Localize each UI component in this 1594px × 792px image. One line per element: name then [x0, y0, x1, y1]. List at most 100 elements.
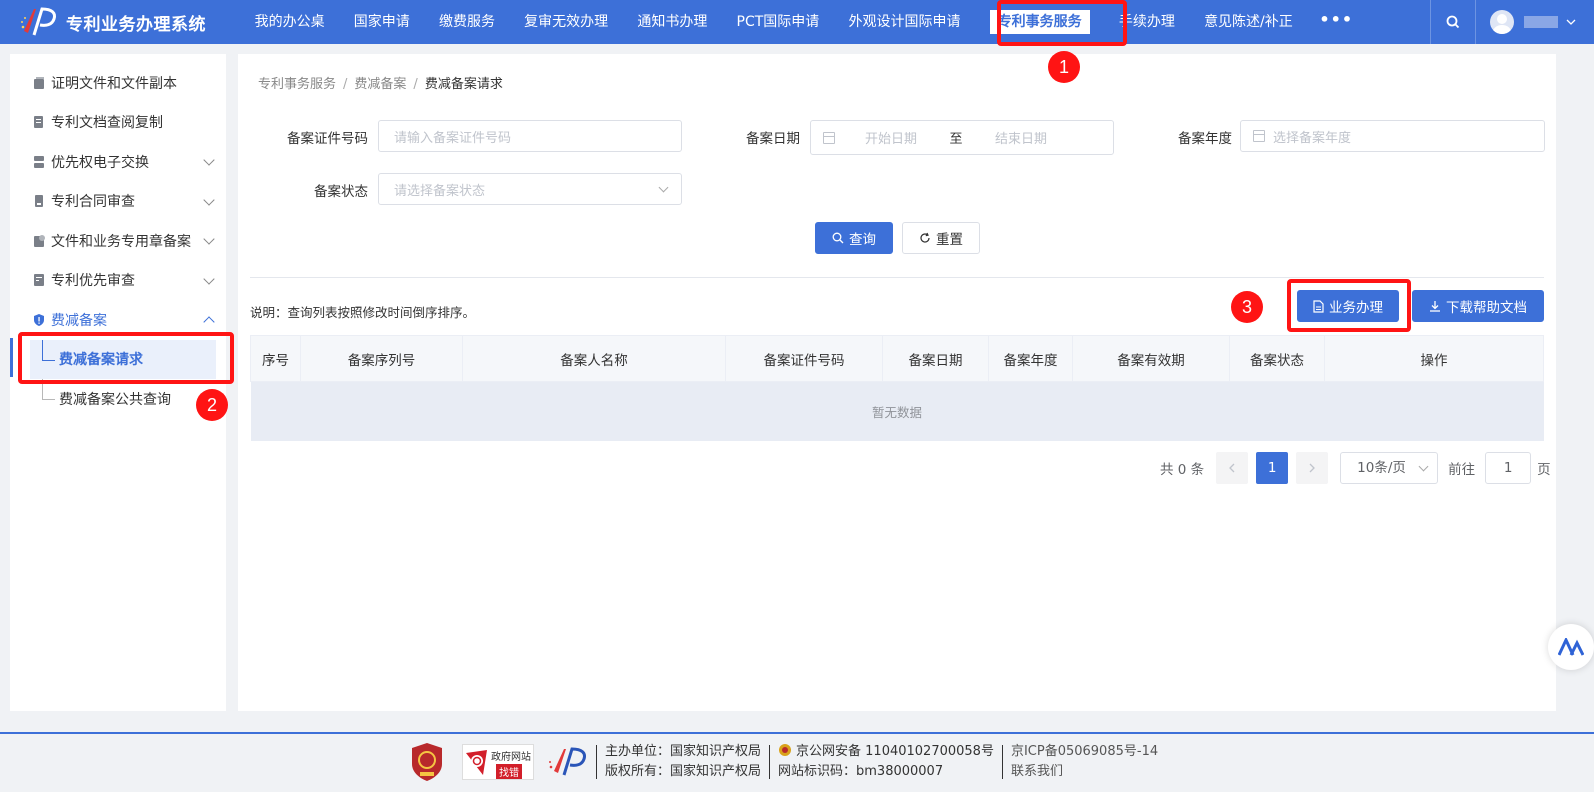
refresh-icon — [920, 232, 930, 243]
divider — [769, 745, 771, 779]
divider — [1001, 745, 1003, 779]
app-title: 专利业务办理系统 — [66, 14, 206, 35]
status-label: 备案状态 — [314, 184, 368, 200]
sidebar-item-fee-reduction[interactable]: 费减备案 — [10, 300, 226, 340]
step-badge-2: 2 — [196, 389, 228, 421]
sidebar-item-seal-filing[interactable]: 文件和业务专用章备案 — [10, 221, 226, 261]
download-help-button[interactable]: 下载帮助文档 — [1412, 290, 1544, 322]
table-row: 暂无数据 — [250, 381, 1544, 441]
column-header: 序号 — [250, 335, 301, 382]
page-number[interactable]: 1 — [1256, 452, 1289, 484]
process-business-button[interactable]: 业务办理 — [1297, 290, 1399, 322]
breadcrumb-item[interactable]: 专利事务服务 — [258, 77, 336, 92]
date-range-picker[interactable]: 开始日期 至 结束日期 — [810, 120, 1114, 155]
goto-page-input[interactable]: 1 — [1485, 452, 1532, 484]
next-page-button[interactable] — [1296, 452, 1329, 484]
footer-site-id: 网站标识码：bm38000007 — [778, 764, 944, 779]
footer-contact-link[interactable]: 联系我们 — [1011, 762, 1158, 782]
gov-site-error-logo[interactable]: 政府网站 找错 — [462, 744, 534, 780]
sidebar-subitem-fee-reduction-request[interactable]: 费减备案请求 — [30, 339, 216, 379]
app-logo[interactable]: 专利业务办理系统 — [0, 5, 240, 39]
footer-icp[interactable]: 京ICP备05069085号-14 — [1011, 742, 1158, 762]
calendar-icon — [823, 131, 835, 144]
main-nav: 我的办公桌 国家申请 缴费服务 复审无效办理 通知书办理 PCT国际申请 外观设… — [240, 0, 1365, 44]
nav-patent-affairs-label: 专利事务服务 — [989, 10, 1090, 34]
year-placeholder: 选择备案年度 — [1273, 130, 1352, 146]
top-right-tools — [1430, 0, 1594, 44]
user-menu[interactable] — [1476, 0, 1594, 44]
sidebar-item-label: 费减备案 — [51, 312, 107, 329]
nav-more-button[interactable]: ••• — [1307, 0, 1365, 44]
status-select[interactable]: 请选择备案状态 — [378, 173, 682, 205]
nav-observations[interactable]: 意见陈述/补正 — [1189, 0, 1307, 44]
download-icon — [1430, 301, 1440, 312]
document-icon — [1313, 299, 1324, 313]
nav-payment-service[interactable]: 缴费服务 — [424, 0, 509, 44]
gov-site-label: 政府网站 — [491, 752, 531, 763]
column-header: 备案有效期 — [1072, 335, 1230, 382]
footer-copyright: 版权所有：国家知识产权局 — [605, 764, 762, 779]
nav-procedures[interactable]: 手续办理 — [1104, 0, 1189, 44]
sidebar-item-priority-review[interactable]: 专利优先审查 — [10, 261, 226, 301]
cert-number-placeholder: 请输入备案证件号码 — [394, 130, 512, 146]
breadcrumb: 专利事务服务 / 费减备案 / 费减备案请求 — [258, 73, 503, 92]
breadcrumb-current: 费减备案请求 — [424, 77, 503, 92]
goto-prefix: 前往 — [1448, 462, 1476, 478]
nav-reexamination[interactable]: 复审无效办理 — [510, 0, 623, 44]
calendar-icon — [1253, 130, 1265, 142]
chevron-down-icon — [203, 272, 215, 285]
reset-button-label: 重置 — [936, 232, 963, 248]
nav-national-application[interactable]: 国家申请 — [339, 0, 424, 44]
server-icon — [34, 155, 44, 168]
column-header: 备案日期 — [882, 335, 989, 382]
nav-pct[interactable]: PCT国际申请 — [722, 0, 834, 44]
query-button[interactable]: 查询 — [815, 222, 893, 254]
sidebar-subitem-fee-reduction-public-query[interactable]: 费减备案公共查询 — [10, 379, 226, 419]
sidebar-item-priority-exchange[interactable]: 优先权电子交换 — [10, 142, 226, 182]
column-header: 备案状态 — [1229, 335, 1325, 382]
page-size-select[interactable]: 10条/页 — [1340, 452, 1439, 484]
table-empty-text: 暂无数据 — [250, 381, 1544, 441]
status-placeholder: 请选择备案状态 — [394, 183, 486, 199]
sidebar-item-label: 证明文件和文件副本 — [51, 75, 177, 92]
chevron-down-icon — [203, 154, 215, 166]
top-navbar: 专利业务办理系统 我的办公桌 国家申请 缴费服务 复审无效办理 通知书办理 PC… — [0, 0, 1594, 44]
priority-icon — [34, 274, 44, 287]
footer-org-info: 主办单位：国家知识产权局 版权所有：国家知识产权局 — [605, 742, 761, 782]
breadcrumb-item[interactable]: 费减备案 — [354, 77, 406, 92]
search-button[interactable] — [1431, 0, 1475, 44]
chevron-right-icon — [1309, 463, 1316, 473]
pagination: 共 0 条 1 10条/页 前往 1 页 — [1160, 452, 1551, 484]
table-header-row: 序号 备案序列号 备案人名称 备案证件号码 备案日期 备案年度 备案有效期 备案… — [250, 335, 1544, 382]
reset-button[interactable]: 重置 — [902, 222, 980, 254]
column-header: 操作 — [1324, 335, 1544, 382]
nav-my-desk[interactable]: 我的办公桌 — [240, 0, 339, 44]
download-help-label: 下载帮助文档 — [1446, 300, 1527, 316]
nav-notice[interactable]: 通知书办理 — [623, 0, 722, 44]
cnipa-logo-icon — [549, 747, 586, 776]
divider — [596, 745, 597, 779]
sidebar-item-contract-review[interactable]: 专利合同审查 — [10, 182, 226, 222]
main-panel: 专利事务服务 / 费减备案 / 费减备案请求 备案证件号码 请输入备案证件号码 备案日期… — [238, 54, 1556, 711]
records-table: 序号 备案序列号 备案人名称 备案证件号码 备案日期 备案年度 备案有效期 备案… — [250, 335, 1544, 441]
chevron-down-icon — [203, 233, 215, 245]
footer: 政府网站 找错 主办单位：国家知识产权局 版权所有：国家知识产权局 京公网安备 … — [0, 732, 1594, 792]
footer-contact-info: 京ICP备05069085号-14 联系我们 — [1011, 742, 1158, 782]
nav-design-international[interactable]: 外观设计国际申请 — [834, 0, 975, 44]
party-emblem-icon — [412, 743, 442, 781]
cert-number-input[interactable]: 请输入备案证件号码 — [378, 120, 682, 152]
query-button-label: 查询 — [849, 232, 876, 248]
prev-page-button[interactable] — [1216, 452, 1249, 484]
sidebar: 证明文件和文件副本 专利文档查阅复制 优先权电子交换 专利合同审查 文件和业务专… — [10, 54, 226, 711]
breadcrumb-separator: / — [413, 77, 418, 92]
column-header: 备案证件号码 — [725, 335, 883, 382]
ai-assistant-button[interactable] — [1548, 624, 1594, 670]
gov-site-error-label: 找错 — [496, 764, 522, 779]
footer-registration-info: 京公网安备 11040102700058号 网站标识码：bm38000007 — [778, 742, 994, 782]
sidebar-item-document-copy[interactable]: 专利文档查阅复制 — [10, 103, 226, 143]
sidebar-item-certificates[interactable]: 证明文件和文件副本 — [10, 63, 226, 103]
year-picker[interactable]: 选择备案年度 — [1240, 120, 1545, 152]
footer-police-record[interactable]: 京公网安备 11040102700058号 — [796, 744, 994, 759]
nav-patent-affairs[interactable]: 专利事务服务 — [975, 0, 1104, 44]
column-header: 备案序列号 — [300, 335, 463, 382]
